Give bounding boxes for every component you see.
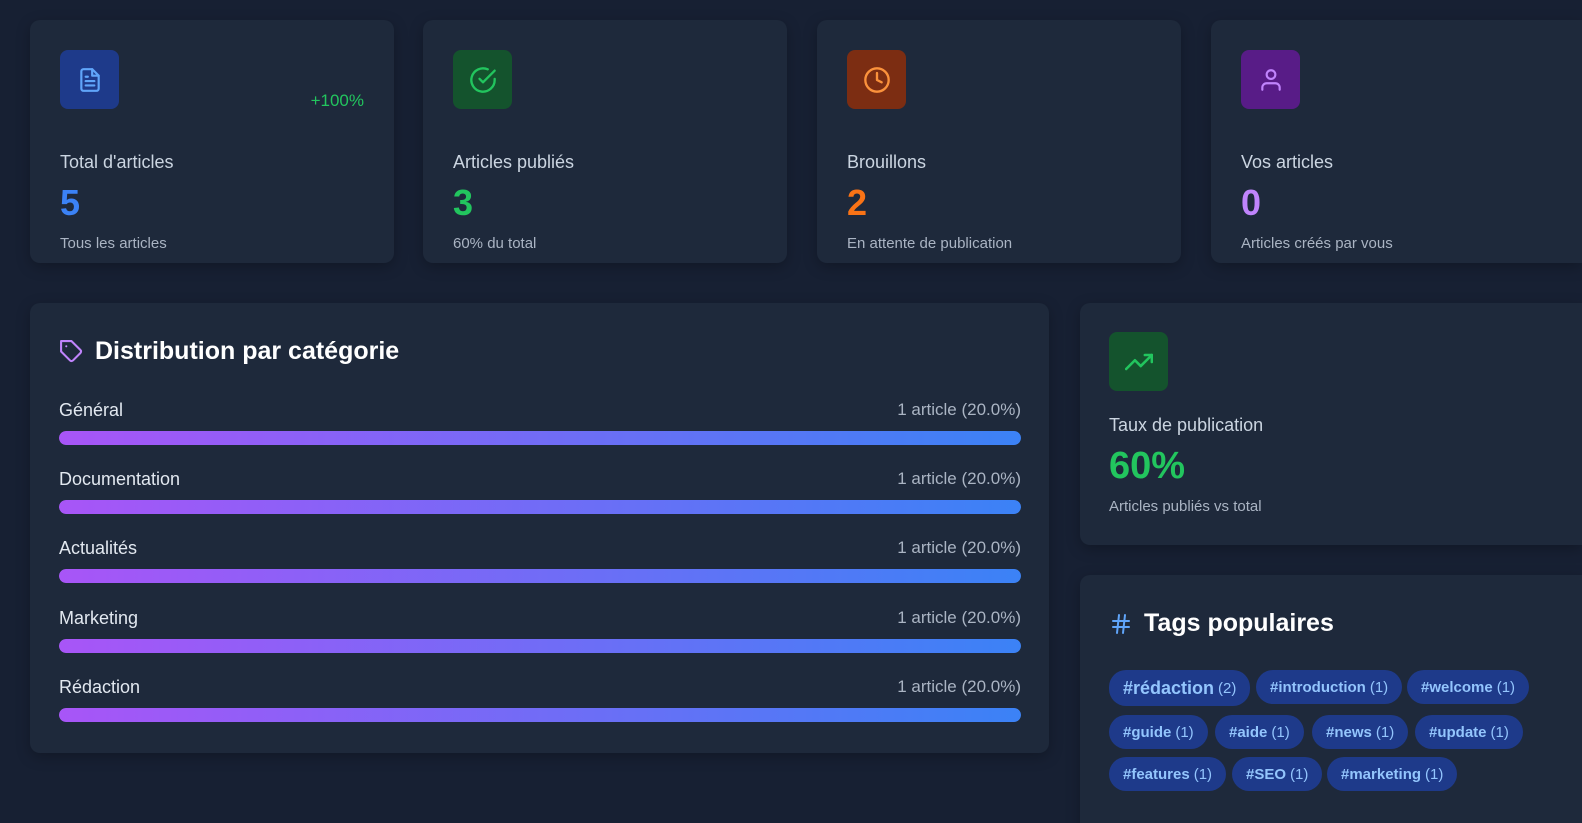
- stat-value: 5: [60, 182, 81, 223]
- stat-label: Vos articles: [1241, 152, 1334, 172]
- category-count: 1 article (20.0%): [897, 469, 1021, 488]
- tag-name: #welcome: [1421, 678, 1493, 696]
- stat-subtext: En attente de publication: [847, 235, 1013, 252]
- category-distribution-panel: Distribution par catégorie Général 1 art…: [30, 303, 1049, 753]
- trending-up-icon: [1109, 332, 1168, 391]
- stat-value: 3: [453, 182, 474, 223]
- tag-chip[interactable]: #welcome (1): [1407, 670, 1530, 704]
- stat-card-total-articles: +100% Total d'articles 5 Tous les articl…: [30, 20, 394, 263]
- stat-value: 2: [847, 182, 868, 223]
- tag-count: (1): [1369, 678, 1389, 696]
- tag-chip[interactable]: #SEO (1): [1232, 757, 1323, 791]
- category-bar: [59, 500, 1021, 514]
- category-bar-fill: [59, 569, 1021, 583]
- document-icon: [60, 50, 119, 109]
- tag-name: #introduction: [1270, 678, 1366, 696]
- stat-subtext: 60% du total: [453, 235, 537, 252]
- category-name: Marketing: [59, 608, 139, 628]
- category-bar: [59, 639, 1021, 653]
- tag-chip[interactable]: #news (1): [1312, 715, 1409, 749]
- publication-rate-card: Taux de publication 60% Articles publiés…: [1080, 303, 1582, 545]
- category-title-text: Distribution par catégorie: [95, 337, 400, 365]
- category-bar-fill: [59, 431, 1021, 445]
- category-bar: [59, 569, 1021, 583]
- rate-label: Taux de publication: [1109, 415, 1264, 435]
- category-count: 1 article (20.0%): [897, 677, 1021, 696]
- tag-count: (1): [1271, 723, 1290, 741]
- tag-chip[interactable]: #rédaction (2): [1109, 670, 1251, 706]
- tag-name: #guide: [1123, 723, 1172, 741]
- stat-card-your-articles: Vos articles 0 Articles créés par vous: [1211, 20, 1582, 263]
- tag-count: (1): [1290, 765, 1309, 783]
- tag-count: (1): [1425, 765, 1444, 783]
- stat-value: 0: [1241, 182, 1262, 223]
- category-count: 1 article (20.0%): [897, 538, 1021, 557]
- category-name: Documentation: [59, 469, 181, 489]
- category-bar: [59, 431, 1021, 445]
- user-icon: [1241, 50, 1300, 109]
- tag-chip[interactable]: #update (1): [1415, 715, 1523, 749]
- tag-name: #features: [1123, 765, 1190, 783]
- stat-label: Brouillons: [847, 152, 927, 172]
- category-count: 1 article (20.0%): [897, 400, 1021, 419]
- tag-name: #SEO: [1246, 765, 1287, 783]
- tag-count: (2): [1218, 679, 1237, 697]
- dashboard-page: +100% Total d'articles 5 Tous les articl…: [0, 0, 1582, 823]
- tag-name: #aide: [1229, 723, 1268, 741]
- tag-name: #marketing: [1341, 765, 1422, 783]
- category-panel-title: Distribution par catégorie: [59, 337, 399, 366]
- popular-tags-card: Tags populaires #rédaction (2) #introduc…: [1080, 575, 1582, 823]
- tag-name: #update: [1429, 723, 1487, 741]
- tags-title-text: Tags populaires: [1144, 609, 1334, 637]
- rate-subtext: Articles publiés vs total: [1109, 498, 1262, 515]
- category-bar: [59, 708, 1021, 722]
- tags-panel-title: Tags populaires: [1109, 609, 1334, 638]
- category-count: 1 article (20.0%): [897, 608, 1021, 627]
- stat-subtext: Tous les articles: [60, 235, 167, 252]
- category-bar-fill: [59, 500, 1021, 514]
- tag-chip[interactable]: #marketing (1): [1327, 757, 1458, 791]
- tag-name: #rédaction: [1123, 677, 1215, 698]
- tag-chip[interactable]: #aide (1): [1215, 715, 1304, 749]
- category-name: Général: [59, 400, 124, 420]
- tag-chip[interactable]: #features (1): [1109, 757, 1227, 791]
- stat-label: Total d'articles: [60, 152, 174, 172]
- tag-count: (1): [1496, 678, 1516, 696]
- category-bar-fill: [59, 639, 1021, 653]
- stat-card-drafts: Brouillons 2 En attente de publication: [817, 20, 1181, 263]
- tag-chip[interactable]: #introduction (1): [1256, 670, 1403, 704]
- stat-subtext: Articles créés par vous: [1241, 235, 1393, 252]
- check-circle-icon: [453, 50, 512, 109]
- tag-count: (1): [1193, 765, 1213, 783]
- tag-count: (1): [1490, 723, 1509, 741]
- trend-badge: +100%: [310, 91, 364, 110]
- rate-value: 60%: [1109, 445, 1186, 487]
- stat-card-published-articles: Articles publiés 3 60% du total: [423, 20, 787, 263]
- stat-label: Articles publiés: [453, 152, 575, 172]
- category-name: Actualités: [59, 538, 138, 558]
- category-name: Rédaction: [59, 677, 141, 697]
- tag-count: (1): [1175, 723, 1194, 741]
- category-bar-fill: [59, 708, 1021, 722]
- tag-name: #news: [1326, 723, 1372, 741]
- tag-count: (1): [1375, 723, 1395, 741]
- tag-chip[interactable]: #guide (1): [1109, 715, 1208, 749]
- clock-icon: [847, 50, 906, 109]
- tag-icon: [59, 339, 84, 364]
- hash-icon: [1109, 612, 1133, 636]
